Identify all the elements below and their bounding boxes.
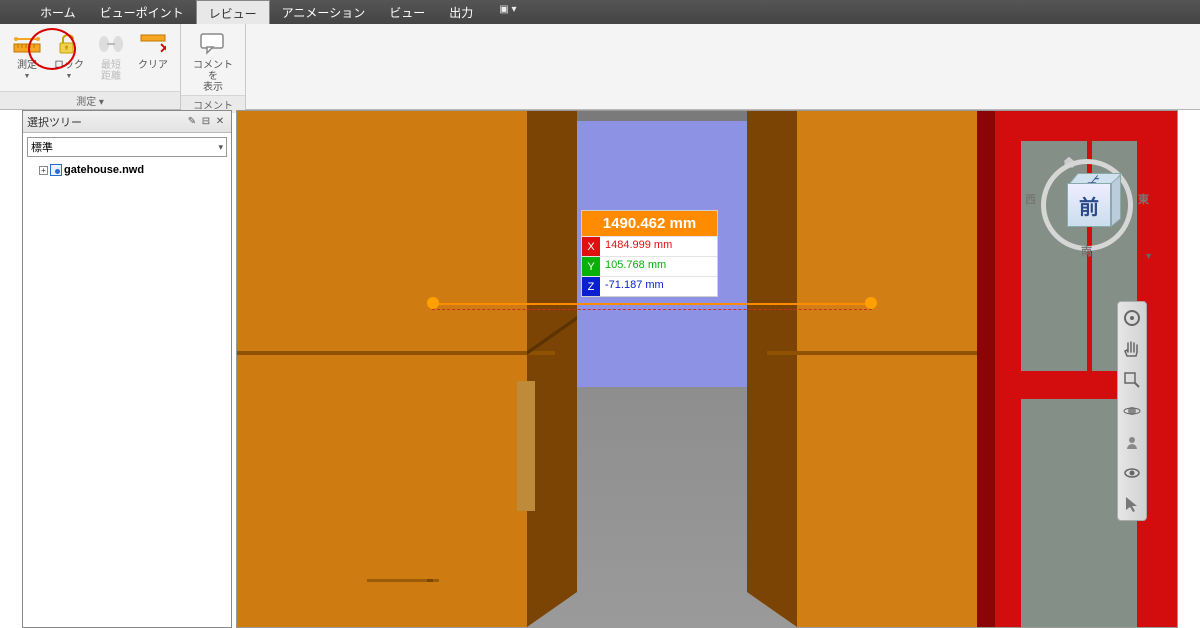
viewcube[interactable]: 西 東 南 上 前 ▼ xyxy=(1027,145,1147,265)
compass-w: 西 xyxy=(1025,191,1036,207)
menu-animation[interactable]: アニメーション xyxy=(270,0,378,24)
measure-line xyxy=(432,303,872,305)
tree-body: + gatehouse.nwd xyxy=(23,161,231,627)
tree-root-label: gatehouse.nwd xyxy=(64,164,144,176)
menu-view[interactable]: ビュー xyxy=(377,0,437,24)
look-icon[interactable] xyxy=(1122,432,1142,452)
ribbon-group-measure-label[interactable]: 測定 ▾ xyxy=(0,91,180,109)
scene-doorframe xyxy=(517,381,535,511)
dropdown-icon: ▼ xyxy=(24,73,31,80)
measurement-row-x: X 1484.999 mm xyxy=(582,236,717,256)
3d-viewport[interactable]: 1490.462 mm X 1484.999 mm Y 105.768 mm Z… xyxy=(236,110,1178,628)
zoom-icon[interactable] xyxy=(1122,370,1142,390)
show-comments-label: コメントを 表示 xyxy=(189,60,237,93)
menu-review[interactable]: レビュー xyxy=(196,0,270,24)
axis-z-label: Z xyxy=(582,277,600,296)
scene-cabinet-left xyxy=(236,111,527,627)
measure-point-end[interactable] xyxy=(865,297,877,309)
compass-s: 南 xyxy=(1081,243,1092,259)
measure-button-label: 測定 xyxy=(17,60,37,71)
measurement-row-y: Y 105.768 mm xyxy=(582,256,717,276)
clear-icon: ✕ xyxy=(139,30,167,58)
nwd-file-icon xyxy=(50,164,62,176)
compass-e: 東 xyxy=(1138,191,1149,207)
selection-tree-header: 選択ツリー ✎ ⊟ ✕ xyxy=(23,111,231,133)
ribbon-group-measure: 測定 ▼ ロック ▼ 最短 距離 ✕ クリア xyxy=(0,24,181,109)
axis-x-value: 1484.999 mm xyxy=(600,237,717,256)
axis-x-label: X xyxy=(582,237,600,256)
selection-tree-panel: 選択ツリー ✎ ⊟ ✕ 標準 ▾ + gatehouse.nwd xyxy=(22,110,232,628)
lock-button[interactable]: ロック ▼ xyxy=(48,28,90,82)
tree-dropdown-value: 標準 xyxy=(31,139,53,155)
menu-home[interactable]: ホーム xyxy=(28,0,88,24)
steering-wheel-icon[interactable] xyxy=(1122,308,1142,328)
axis-y-value: 105.768 mm xyxy=(600,257,717,276)
panel-pin-icon[interactable]: ⊟ xyxy=(199,116,213,127)
orbit-icon[interactable] xyxy=(1122,401,1142,421)
viewcube-menu-icon[interactable]: ▼ xyxy=(1144,251,1153,261)
clear-button-label: クリア xyxy=(138,60,168,71)
pan-icon[interactable] xyxy=(1122,339,1142,359)
tree-root-node[interactable]: + gatehouse.nwd xyxy=(29,163,225,177)
axis-z-value: -71.187 mm xyxy=(600,277,717,296)
expand-icon[interactable]: + xyxy=(39,166,48,175)
scene-cabinet-left-side xyxy=(527,110,577,627)
ribbon-group-comment: コメントを 表示 コメント xyxy=(181,24,246,109)
menubar: ホーム ビューポイント レビュー アニメーション ビュー 出力 ▣ ▾ xyxy=(0,0,1200,24)
ribbon: 測定 ▼ ロック ▼ 最短 距離 ✕ クリア xyxy=(0,24,1200,110)
dropdown-icon: ▼ xyxy=(66,73,73,80)
walk-icon[interactable] xyxy=(1122,463,1142,483)
scene-hatching xyxy=(367,579,427,582)
cube-front-face[interactable]: 前 xyxy=(1067,183,1111,227)
lock-button-label: ロック xyxy=(54,60,84,71)
chevron-down-icon: ▾ xyxy=(218,142,223,153)
shortest-distance-button: 最短 距離 xyxy=(90,28,132,84)
cube-side-face[interactable] xyxy=(1111,175,1121,227)
selection-tree-title: 選択ツリー xyxy=(27,114,82,130)
menu-output[interactable]: 出力 xyxy=(437,0,485,24)
select-icon[interactable] xyxy=(1122,494,1142,514)
shortest-distance-icon xyxy=(97,30,125,58)
shortest-distance-label: 最短 距離 xyxy=(101,60,121,82)
cube[interactable]: 上 前 xyxy=(1061,175,1115,229)
menu-viewpoint[interactable]: ビューポイント xyxy=(88,0,196,24)
padlock-open-icon xyxy=(55,30,83,58)
menu-overflow-icon[interactable]: ▣ ▾ xyxy=(491,0,524,24)
panel-options-icon[interactable]: ✎ xyxy=(185,116,199,127)
measure-button[interactable]: 測定 ▼ xyxy=(6,28,48,82)
speech-bubble-icon xyxy=(199,30,227,58)
measurement-total: 1490.462 mm xyxy=(582,211,717,236)
show-comments-button[interactable]: コメントを 表示 xyxy=(187,28,239,95)
ruler-icon xyxy=(13,30,41,58)
tree-view-dropdown[interactable]: 標準 ▾ xyxy=(27,137,227,157)
scene-cabinet-left-ledge xyxy=(237,351,555,355)
measurement-readout: 1490.462 mm X 1484.999 mm Y 105.768 mm Z… xyxy=(582,211,717,296)
svg-text:✕: ✕ xyxy=(159,40,166,55)
clear-button[interactable]: ✕ クリア xyxy=(132,28,174,73)
measurement-row-z: Z -71.187 mm xyxy=(582,276,717,296)
measure-baseline xyxy=(432,309,872,310)
scene-cabinet-right-side xyxy=(747,110,797,627)
main-area: 選択ツリー ✎ ⊟ ✕ 標準 ▾ + gatehouse.nwd xyxy=(22,110,1178,628)
axis-y-label: Y xyxy=(582,257,600,276)
navigation-bar xyxy=(1117,301,1147,521)
measure-point-start[interactable] xyxy=(427,297,439,309)
close-icon[interactable]: ✕ xyxy=(213,116,227,127)
